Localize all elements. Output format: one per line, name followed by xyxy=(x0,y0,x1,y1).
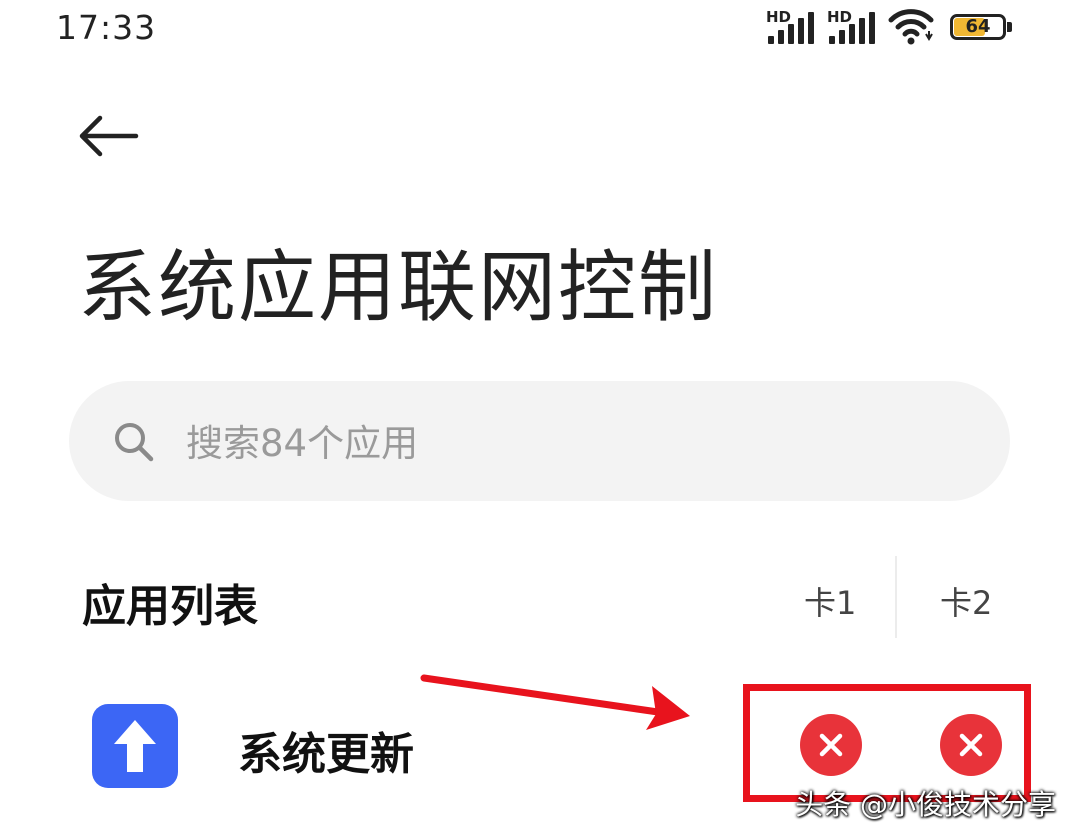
search-input[interactable] xyxy=(184,410,948,476)
status-time: 17:33 xyxy=(56,8,157,47)
sim2-column-header[interactable]: 卡2 xyxy=(940,578,992,624)
arrow-left-icon[interactable] xyxy=(72,108,144,164)
app-name: 系统更新 xyxy=(238,729,414,780)
section-title: 应用列表 xyxy=(82,581,258,632)
battery-level: 64 xyxy=(965,16,991,37)
page-title: 系统应用联网控制 xyxy=(78,243,719,333)
sim2-hd-badge: HD xyxy=(827,8,853,26)
wifi-icon xyxy=(888,9,934,45)
sim1-column-header[interactable]: 卡1 xyxy=(804,578,856,624)
sim2-signal-icon: HD xyxy=(827,10,879,44)
search-icon xyxy=(115,423,154,462)
arrow-up-icon xyxy=(92,704,178,788)
watermark: 头条 @小俊技术分享 xyxy=(795,788,1056,821)
battery-indicator: 64 xyxy=(950,14,1012,42)
column-divider xyxy=(895,556,897,638)
sim1-hd-badge: HD xyxy=(766,8,792,26)
sim1-signal-icon: HD xyxy=(766,10,818,44)
